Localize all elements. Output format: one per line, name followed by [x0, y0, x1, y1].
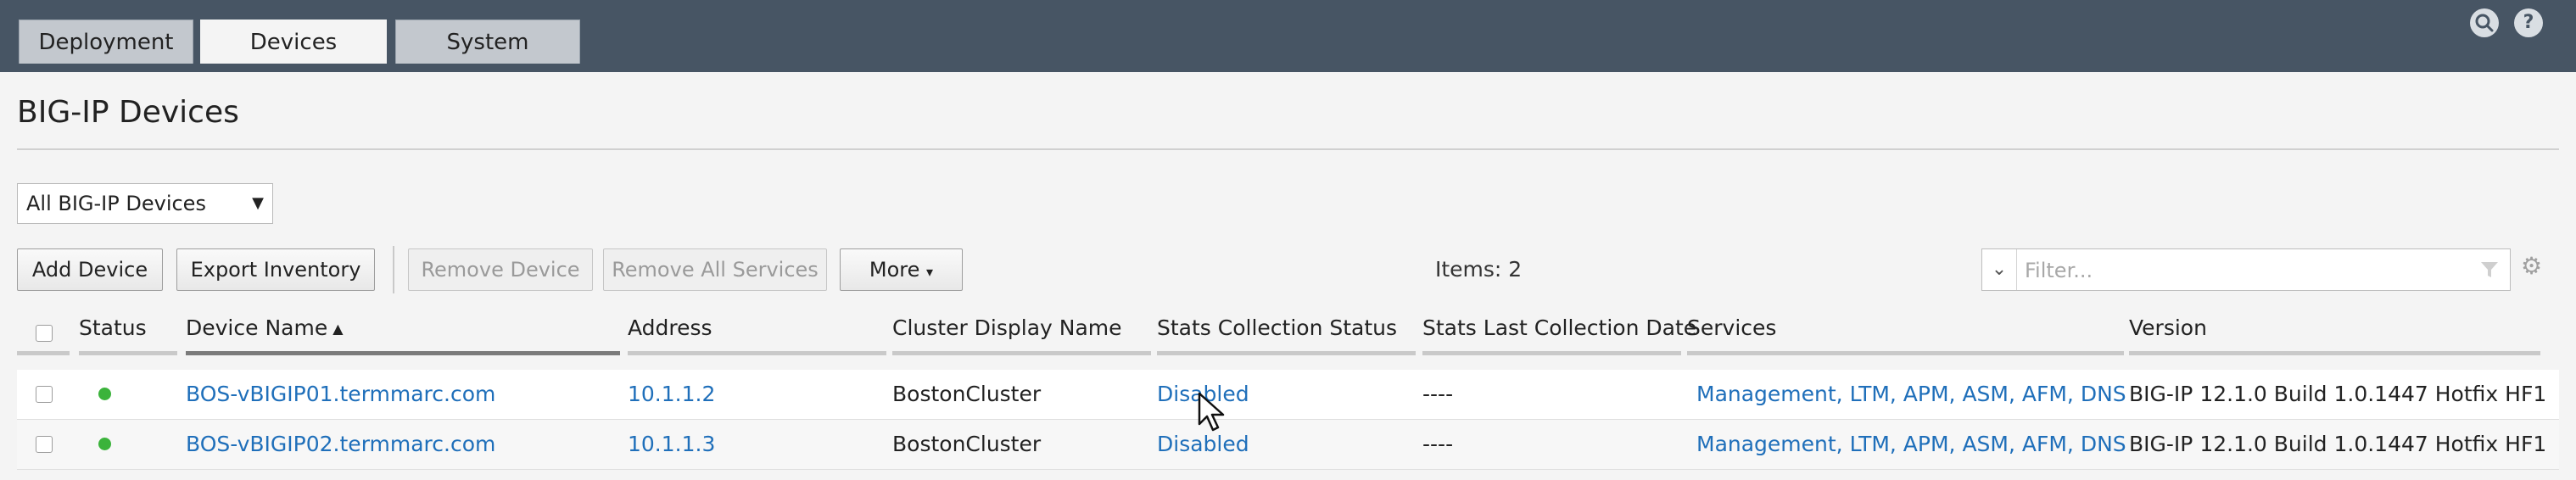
- address-link[interactable]: 10.1.1.2: [628, 370, 715, 419]
- header-rule-services: [1687, 351, 2124, 355]
- column-header-device-name[interactable]: Device Name ▲: [186, 315, 344, 353]
- more-menu-button[interactable]: More ▾: [840, 248, 963, 291]
- header-rule-checkbox: [17, 351, 70, 355]
- header-rule-version: [2129, 351, 2540, 355]
- header-rule-address: [628, 351, 886, 355]
- funnel-icon[interactable]: [2479, 260, 2500, 280]
- top-nav-underline: [0, 64, 2576, 72]
- remove-device-button[interactable]: Remove Device: [408, 248, 593, 291]
- device-group-select[interactable]: All BIG-IP Devices ▼: [17, 183, 273, 224]
- remove-all-services-button[interactable]: Remove All Services: [603, 248, 827, 291]
- column-header-stats-date[interactable]: Stats Last Collection Date: [1422, 315, 1696, 353]
- table-row[interactable]: BOS-vBIGIP02.termmarc.com 10.1.1.3 Bosto…: [17, 420, 2559, 470]
- table-filter: ⌄: [1981, 248, 2511, 291]
- column-header-cluster[interactable]: Cluster Display Name: [892, 315, 1122, 353]
- version-text: BIG-IP 12.1.0 Build 1.0.1447 Hotfix HF1: [2129, 382, 2547, 406]
- caret-down-icon: ▾: [926, 264, 934, 280]
- tab-system[interactable]: System: [395, 20, 580, 64]
- title-divider: [17, 148, 2559, 150]
- column-header-services[interactable]: Services: [1687, 315, 1776, 353]
- tab-devices[interactable]: Devices: [200, 20, 387, 67]
- services-link[interactable]: Management, LTM, APM, ASM, AFM, DNS: [1696, 370, 2126, 419]
- help-icon[interactable]: ?: [2514, 8, 2543, 37]
- stats-last-date: ----: [1422, 432, 1454, 456]
- version-text: BIG-IP 12.1.0 Build 1.0.1447 Hotfix HF1: [2129, 432, 2547, 456]
- header-rule-device-name: [186, 351, 620, 355]
- add-device-button[interactable]: Add Device: [17, 248, 163, 291]
- status-online-icon: [98, 388, 111, 400]
- status-online-icon: [98, 438, 111, 450]
- device-name-link[interactable]: BOS-vBIGIP01.termmarc.com: [186, 370, 495, 419]
- gear-icon[interactable]: ⚙: [2521, 254, 2545, 278]
- dropdown-arrow-icon: ▼: [252, 194, 264, 212]
- cluster-name: BostonCluster: [892, 382, 1042, 406]
- device-group-select-value: All BIG-IP Devices: [26, 192, 206, 215]
- row-checkbox[interactable]: [36, 386, 53, 403]
- filter-options-chevron-icon[interactable]: ⌄: [1982, 249, 2017, 290]
- cluster-name: BostonCluster: [892, 432, 1042, 456]
- column-header-device-name-label: Device Name: [186, 315, 328, 340]
- header-rule-stats-date: [1422, 351, 1681, 355]
- header-rule-stats-status: [1157, 351, 1416, 355]
- stats-last-date: ----: [1422, 382, 1454, 406]
- header-rule-cluster: [892, 351, 1151, 355]
- header-rule-status: [79, 351, 177, 355]
- device-name-link[interactable]: BOS-vBIGIP02.termmarc.com: [186, 420, 495, 469]
- services-link[interactable]: Management, LTM, APM, ASM, AFM, DNS: [1696, 420, 2126, 469]
- items-count: Items: 2: [1435, 257, 1523, 282]
- select-all-checkbox[interactable]: [36, 325, 53, 342]
- table-row[interactable]: BOS-vBIGIP01.termmarc.com 10.1.1.2 Bosto…: [17, 370, 2559, 420]
- search-icon-glyph: [2475, 14, 2494, 32]
- row-checkbox[interactable]: [36, 436, 53, 453]
- column-header-stats-status[interactable]: Stats Collection Status: [1157, 315, 1397, 353]
- mouse-cursor-icon: [1198, 392, 1225, 432]
- tab-deployment[interactable]: Deployment: [19, 20, 193, 64]
- column-header-version[interactable]: Version: [2129, 315, 2207, 353]
- search-icon[interactable]: [2470, 8, 2499, 37]
- top-nav-bar: Deployment Devices System ?: [0, 0, 2576, 67]
- toolbar-separator: [393, 246, 394, 293]
- column-header-address[interactable]: Address: [628, 315, 712, 353]
- more-menu-label: More: [869, 258, 920, 282]
- filter-input[interactable]: [2023, 254, 2467, 287]
- address-link[interactable]: 10.1.1.3: [628, 420, 715, 469]
- page-title: BIG-IP Devices: [17, 95, 239, 130]
- export-inventory-button[interactable]: Export Inventory: [176, 248, 375, 291]
- sort-ascending-icon: ▲: [332, 321, 344, 337]
- column-header-status[interactable]: Status: [79, 315, 147, 353]
